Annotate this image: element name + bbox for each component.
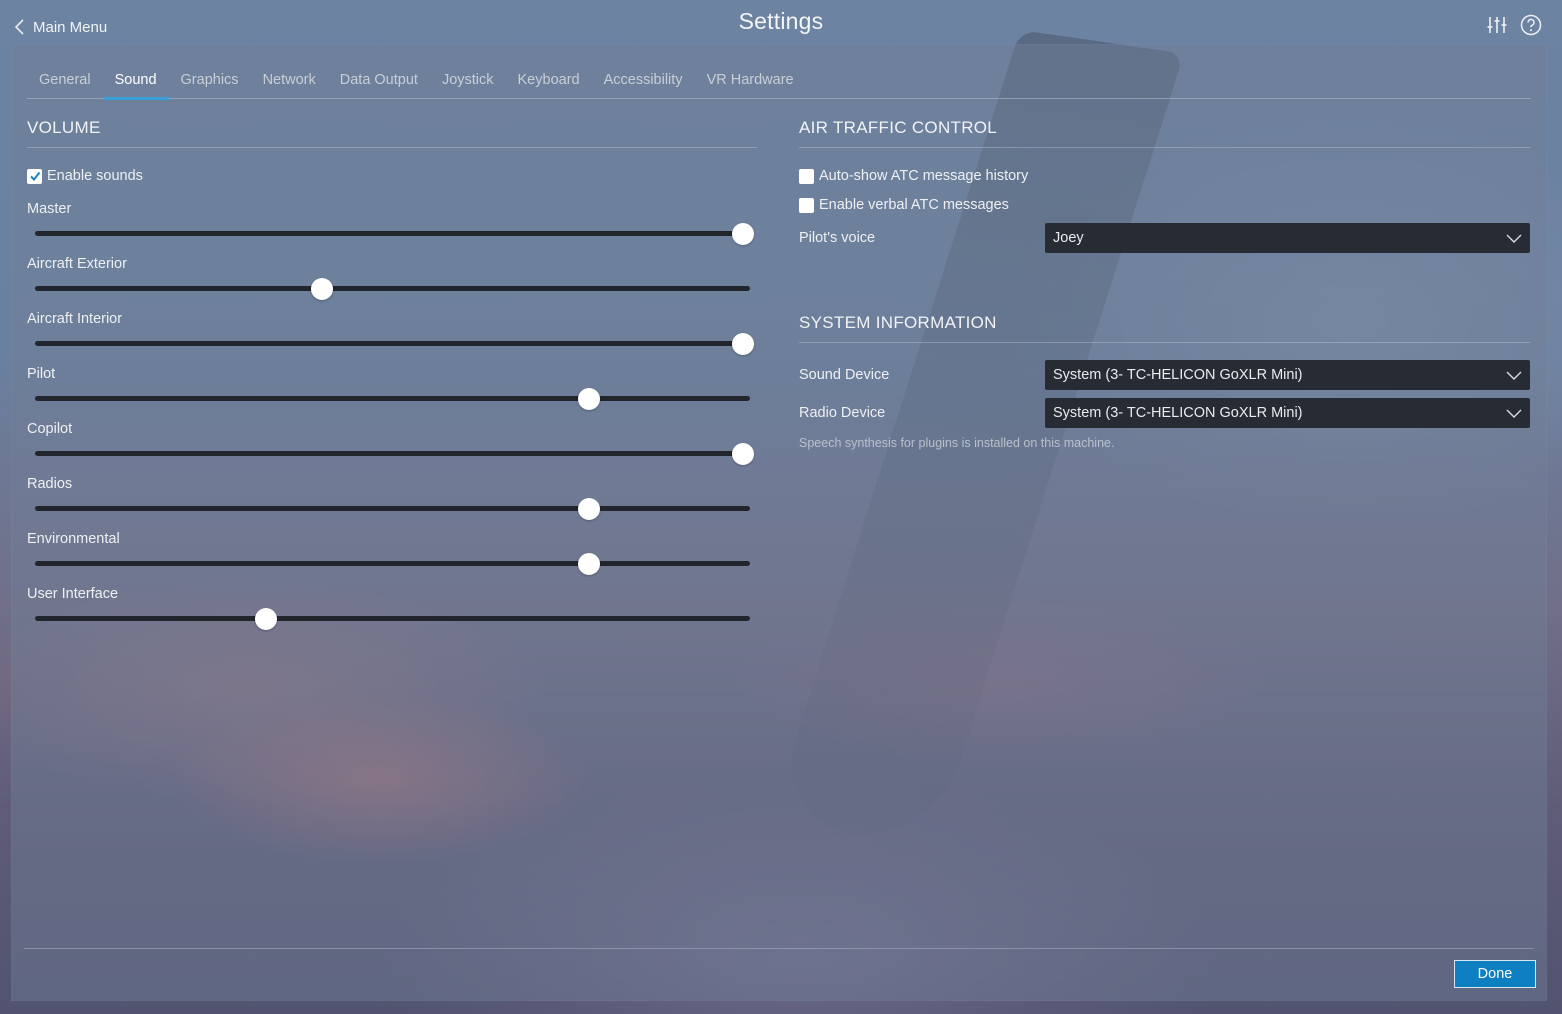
tab-keyboard[interactable]: Keyboard <box>506 64 592 99</box>
settings-panel: General Sound Graphics Network Data Output Jo… <box>11 44 1547 1001</box>
checkbox-unchecked <box>799 197 814 213</box>
chevron-down-icon <box>1506 409 1522 418</box>
aircraft-interior-volume-slider[interactable] <box>35 333 754 355</box>
help-icon[interactable] <box>1520 14 1542 36</box>
volume-section-title: VOLUME <box>27 118 101 137</box>
radio-device-dropdown[interactable]: System (3- TC-HELICON GoXLR Mini) <box>1045 398 1530 428</box>
footer-divider <box>24 948 1534 949</box>
slider-thumb[interactable] <box>577 498 600 520</box>
aircraft-exterior-volume-slider[interactable] <box>35 278 750 300</box>
atc-divider <box>799 147 1530 148</box>
pilot-voice-dropdown[interactable]: Joey <box>1045 223 1530 253</box>
top-bar: Main Menu Settings <box>0 0 1562 44</box>
checkbox-checked <box>27 168 42 184</box>
slider-thumb[interactable] <box>732 223 754 245</box>
tab-data-output[interactable]: Data Output <box>328 64 430 99</box>
slider-track[interactable] <box>35 561 750 566</box>
pilot-volume-label: Pilot <box>27 366 56 382</box>
pilot-voice-label: Pilot's voice <box>799 230 876 246</box>
auto-show-atc-checkbox[interactable]: Auto-show ATC message history <box>799 168 1028 184</box>
page-title: Settings <box>738 8 824 34</box>
user-interface-volume-label: User Interface <box>27 586 119 602</box>
slider-track[interactable] <box>35 396 750 401</box>
master-volume-slider[interactable] <box>35 223 754 245</box>
tab-bar: General Sound Graphics Network Data Output Jo… <box>27 64 1531 100</box>
slider-track[interactable] <box>35 231 750 236</box>
volume-divider <box>27 147 757 148</box>
checkbox-unchecked <box>799 168 814 184</box>
slider-track[interactable] <box>35 341 750 346</box>
environmental-volume-slider[interactable] <box>35 553 750 575</box>
slider-thumb[interactable] <box>732 333 754 355</box>
slider-track[interactable] <box>35 451 750 456</box>
copilot-volume-slider[interactable] <box>35 443 754 465</box>
master-volume-label: Master <box>27 201 72 217</box>
speech-synthesis-note: Speech synthesis for plugins is installe… <box>799 436 1115 450</box>
system-section-title: SYSTEM INFORMATION <box>799 313 997 332</box>
chevron-down-icon <box>1506 234 1522 243</box>
system-divider <box>799 342 1530 343</box>
user-interface-volume-slider[interactable] <box>35 608 750 630</box>
verbal-atc-label: Enable verbal ATC messages <box>819 197 1009 213</box>
slider-thumb[interactable] <box>311 278 334 300</box>
environmental-volume-label: Environmental <box>27 531 120 547</box>
enable-sounds-label: Enable sounds <box>47 168 143 184</box>
sound-device-label: Sound Device <box>799 367 890 383</box>
radio-device-value: System (3- TC-HELICON GoXLR Mini) <box>1053 405 1303 421</box>
slider-thumb[interactable] <box>732 443 754 465</box>
radio-device-label: Radio Device <box>799 405 886 421</box>
tab-network[interactable]: Network <box>251 64 328 99</box>
enable-sounds-checkbox[interactable]: Enable sounds <box>27 168 143 184</box>
tab-vr-hardware[interactable]: VR Hardware <box>695 64 806 99</box>
tab-sound[interactable]: Sound <box>102 64 169 100</box>
aircraft-interior-volume-label: Aircraft Interior <box>27 311 123 327</box>
slider-track[interactable] <box>35 506 750 511</box>
slider-track[interactable] <box>35 616 750 621</box>
radios-volume-slider[interactable] <box>35 498 750 520</box>
tab-accessibility[interactable]: Accessibility <box>592 64 695 99</box>
radios-volume-label: Radios <box>27 476 73 492</box>
sound-device-dropdown[interactable]: System (3- TC-HELICON GoXLR Mini) <box>1045 360 1530 390</box>
check-icon <box>29 171 40 182</box>
done-button[interactable]: Done <box>1454 960 1536 988</box>
slider-thumb[interactable] <box>255 608 278 630</box>
tab-joystick[interactable]: Joystick <box>430 64 506 99</box>
verbal-atc-checkbox[interactable]: Enable verbal ATC messages <box>799 197 1009 213</box>
sliders-icon[interactable] <box>1486 14 1508 36</box>
slider-thumb[interactable] <box>577 553 600 575</box>
aircraft-exterior-volume-label: Aircraft Exterior <box>27 256 127 272</box>
slider-thumb[interactable] <box>577 388 600 410</box>
slider-track[interactable] <box>35 286 750 291</box>
chevron-down-icon <box>1506 371 1522 380</box>
tab-general[interactable]: General <box>27 64 103 99</box>
tab-graphics[interactable]: Graphics <box>169 64 251 99</box>
sound-device-value: System (3- TC-HELICON GoXLR Mini) <box>1053 367 1303 383</box>
auto-show-atc-label: Auto-show ATC message history <box>819 168 1029 184</box>
atc-section-title: AIR TRAFFIC CONTROL <box>799 118 998 137</box>
pilot-volume-slider[interactable] <box>35 388 750 410</box>
pilot-voice-value: Joey <box>1053 230 1084 246</box>
copilot-volume-label: Copilot <box>27 421 73 437</box>
